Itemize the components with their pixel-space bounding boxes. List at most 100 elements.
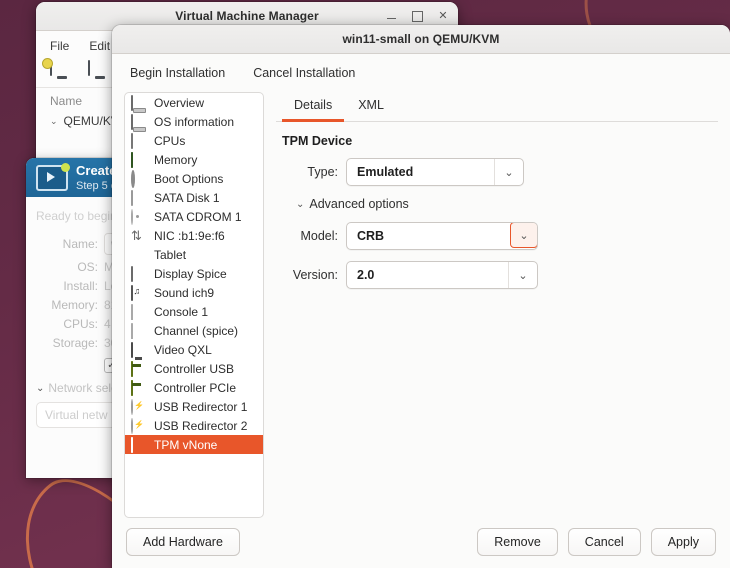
- hw-item-tablet[interactable]: Tablet: [125, 245, 263, 264]
- minimize-button[interactable]: [384, 9, 398, 23]
- hw-item-cpus[interactable]: CPUs: [125, 131, 263, 150]
- summary-label-install: Install:: [63, 279, 98, 293]
- detail-tabs[interactable]: Details XML: [276, 92, 718, 122]
- tab-xml[interactable]: XML: [346, 92, 396, 122]
- display-icon: [131, 265, 147, 282]
- hw-item-memory[interactable]: Memory: [125, 150, 263, 169]
- hw-item-label: USB Redirector 2: [154, 418, 248, 433]
- remove-button[interactable]: Remove: [477, 528, 558, 556]
- detail-body: TPM Device Type: Emulated ⌄ ⌄ Advanced o…: [276, 122, 718, 300]
- new-vm-icon[interactable]: [50, 60, 74, 81]
- version-select[interactable]: 2.0 ⌄: [346, 261, 538, 289]
- menu-edit[interactable]: Edit: [89, 39, 110, 53]
- disk-icon: [131, 189, 147, 206]
- hw-item-os-information[interactable]: OS information: [125, 112, 263, 131]
- video-icon: [131, 341, 147, 358]
- advanced-options-label: Advanced options: [309, 197, 409, 211]
- hw-item-label: Console 1: [154, 304, 209, 319]
- hw-item-label: SATA CDROM 1: [154, 209, 242, 224]
- hw-item-label: Controller USB: [154, 361, 235, 376]
- hw-item-label: NIC :b1:9e:f6: [154, 228, 225, 243]
- hw-item-nic[interactable]: NIC :b1:9e:f6: [125, 226, 263, 245]
- field-row-version: Version: 2.0 ⌄: [282, 261, 712, 289]
- summary-label-memory: Memory:: [51, 298, 98, 312]
- add-hardware-button[interactable]: Add Hardware: [126, 528, 240, 556]
- label-type: Type:: [307, 165, 338, 179]
- type-select-value: Emulated: [357, 165, 414, 179]
- chevron-down-icon[interactable]: ⌄: [36, 383, 44, 394]
- create-vm-icon: [36, 162, 70, 191]
- usb-redirector-icon: [131, 398, 147, 415]
- vm-details-footer: Add Hardware Remove Cancel Apply: [112, 518, 730, 568]
- controller-icon: [131, 379, 147, 396]
- hw-item-usb-redirector-1[interactable]: USB Redirector 1: [125, 397, 263, 416]
- network-icon: [131, 229, 147, 243]
- hardware-list[interactable]: Overview OS information CPUs Memory Boot…: [124, 92, 264, 518]
- hw-item-label: TPM vNone: [154, 437, 218, 452]
- tpm-icon: [131, 436, 147, 453]
- hw-item-label: Video QXL: [154, 342, 212, 357]
- hw-item-label: Sound ich9: [154, 285, 215, 300]
- type-select[interactable]: Emulated ⌄: [346, 158, 524, 186]
- chevron-down-icon[interactable]: ⌄: [50, 116, 58, 127]
- maximize-button[interactable]: [410, 9, 424, 23]
- label-version: Version:: [292, 268, 338, 282]
- hw-item-tpm-vnone[interactable]: TPM vNone: [125, 435, 263, 454]
- chevron-down-icon[interactable]: ⌄: [510, 223, 537, 248]
- hw-item-label: CPUs: [154, 133, 186, 148]
- hw-item-display-spice[interactable]: Display Spice: [125, 264, 263, 283]
- monitor-icon: [131, 113, 147, 130]
- hw-item-label: Display Spice: [154, 266, 227, 281]
- vm-details-window[interactable]: win11-small on QEMU/KVM Begin Installati…: [112, 25, 730, 568]
- hw-item-video-qxl[interactable]: Video QXL: [125, 340, 263, 359]
- sound-icon: [131, 284, 147, 301]
- hw-item-channel-spice[interactable]: Channel (spice): [125, 321, 263, 340]
- detail-pane: Details XML TPM Device Type: Emulated ⌄ …: [264, 92, 718, 518]
- hw-item-overview[interactable]: Overview: [125, 93, 263, 112]
- hw-item-sata-cdrom-1[interactable]: SATA CDROM 1: [125, 207, 263, 226]
- summary-label-name: Name:: [62, 237, 98, 251]
- model-select-value: CRB: [357, 229, 385, 243]
- hw-item-label: Boot Options: [154, 171, 224, 186]
- summary-label-os: OS:: [77, 260, 98, 274]
- hw-item-controller-usb[interactable]: Controller USB: [125, 359, 263, 378]
- menu-file[interactable]: File: [50, 39, 69, 53]
- vm-details-main: Overview OS information CPUs Memory Boot…: [112, 92, 730, 518]
- hw-item-sound-ich9[interactable]: Sound ich9: [125, 283, 263, 302]
- close-button[interactable]: ✕: [436, 9, 450, 23]
- summary-label-storage: Storage:: [52, 336, 98, 350]
- hw-item-usb-redirector-2[interactable]: USB Redirector 2: [125, 416, 263, 435]
- chevron-down-icon[interactable]: ⌄: [494, 159, 523, 185]
- hw-item-label: Controller PCIe: [154, 380, 237, 395]
- summary-label-cpus: CPUs:: [63, 317, 98, 331]
- model-select[interactable]: CRB ⌄: [346, 222, 538, 250]
- hw-item-label: Tablet: [154, 247, 187, 262]
- create-vm-title: Create: [76, 163, 117, 178]
- tab-details[interactable]: Details: [282, 92, 345, 122]
- advanced-options-disclosure[interactable]: ⌄ Advanced options: [296, 197, 712, 211]
- network-selection-label: Network sele: [48, 381, 118, 395]
- cancel-installation-button[interactable]: Cancel Installation: [253, 66, 355, 80]
- vm-details-toolbar[interactable]: Begin Installation Cancel Installation: [112, 54, 730, 92]
- hw-item-controller-pcie[interactable]: Controller PCIe: [125, 378, 263, 397]
- hw-item-boot-options[interactable]: Boot Options: [125, 169, 263, 188]
- summary-value-cpus: 4: [104, 317, 111, 331]
- cpu-icon: [131, 132, 147, 149]
- chevron-down-icon[interactable]: ⌄: [508, 262, 537, 288]
- cancel-button[interactable]: Cancel: [567, 528, 641, 556]
- chevron-down-icon[interactable]: ⌄: [296, 199, 304, 210]
- monitor-icon: [131, 94, 147, 111]
- hw-item-label: OS information: [154, 114, 235, 129]
- label-model: Model:: [300, 229, 338, 243]
- open-vm-icon[interactable]: [88, 60, 112, 81]
- tablet-icon: [131, 248, 147, 262]
- controller-icon: [131, 360, 147, 377]
- hw-item-console-1[interactable]: Console 1: [125, 302, 263, 321]
- boot-options-icon: [131, 169, 147, 188]
- vm-details-titlebar[interactable]: win11-small on QEMU/KVM: [112, 25, 730, 54]
- apply-button[interactable]: Apply: [650, 528, 716, 556]
- begin-installation-button[interactable]: Begin Installation: [130, 66, 225, 80]
- create-vm-step: Step 5 o: [76, 180, 117, 192]
- channel-icon: [131, 322, 147, 339]
- hw-item-sata-disk-1[interactable]: SATA Disk 1: [125, 188, 263, 207]
